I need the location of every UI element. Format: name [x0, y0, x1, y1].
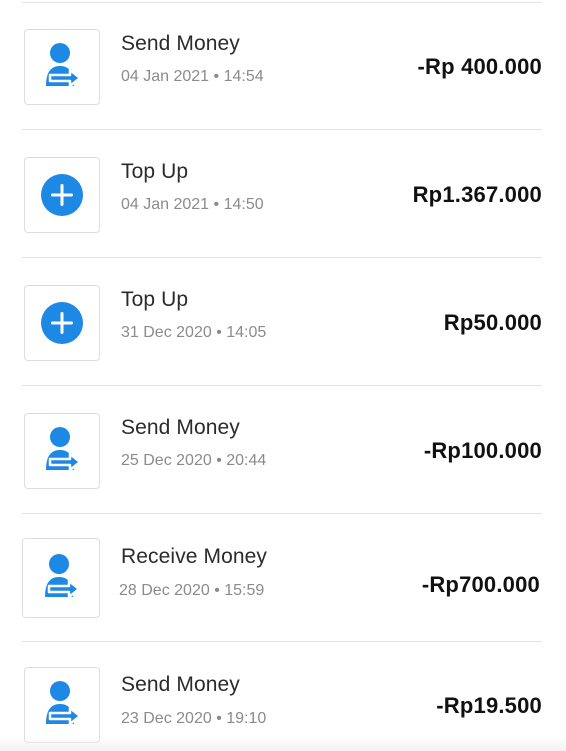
- transaction-row[interactable]: Receive Money 28 Dec 2020 • 15:59 -Rp700…: [0, 514, 566, 642]
- transaction-datetime: 23 Dec 2020 • 19:10: [121, 710, 266, 728]
- send-money-icon: [22, 538, 100, 618]
- transaction-date: 04 Jan 2021: [121, 196, 210, 213]
- bottom-edge-shadow: [0, 737, 566, 751]
- separator-dot: •: [216, 324, 222, 341]
- transaction-title: Receive Money: [121, 545, 268, 568]
- transaction-date: 28 Dec 2020: [119, 582, 210, 599]
- top-up-icon: [24, 285, 100, 361]
- separator-dot: •: [213, 196, 220, 213]
- transaction-amount: -Rp 400.000: [417, 54, 542, 79]
- send-money-icon: [24, 29, 100, 105]
- transaction-title: Send Money: [121, 416, 240, 439]
- transaction-time: 14:54: [223, 68, 264, 85]
- transaction-title: Top Up: [121, 288, 189, 311]
- transaction-amount: Rp1.367.000: [412, 182, 542, 207]
- send-money-icon: [24, 413, 100, 489]
- send-money-icon: [24, 667, 100, 743]
- transaction-row[interactable]: Top Up 31 Dec 2020 • 14:05 Rp50.000: [0, 258, 566, 386]
- transaction-title: Top Up: [121, 160, 189, 183]
- transaction-time: 19:10: [226, 710, 267, 727]
- transaction-datetime: 31 Dec 2020 • 14:05: [121, 324, 266, 342]
- transaction-amount: -Rp700.000: [421, 572, 540, 597]
- transaction-row[interactable]: Send Money 04 Jan 2021 • 14:54 -Rp 400.0…: [0, 2, 566, 130]
- separator-dot: •: [216, 452, 222, 469]
- transaction-date: 04 Jan 2021: [121, 68, 210, 85]
- separator-dot: •: [216, 710, 222, 727]
- transaction-datetime: 28 Dec 2020 • 15:59: [119, 582, 264, 600]
- top-up-icon: [24, 157, 100, 233]
- transaction-datetime: 25 Dec 2020 • 20:44: [121, 452, 266, 470]
- transaction-amount: Rp50.000: [443, 310, 542, 335]
- transaction-title: Send Money: [121, 673, 240, 696]
- transaction-time: 20:44: [226, 452, 267, 469]
- transaction-time: 14:05: [226, 324, 267, 341]
- transaction-datetime: 04 Jan 2021 • 14:50: [121, 196, 264, 214]
- transaction-time: 15:59: [224, 582, 265, 599]
- transaction-row[interactable]: Top Up 04 Jan 2021 • 14:50 Rp1.367.000: [0, 130, 566, 258]
- separator-dot: •: [213, 68, 220, 85]
- transaction-title: Send Money: [121, 32, 240, 55]
- transaction-date: 25 Dec 2020: [121, 452, 212, 469]
- transaction-time: 14:50: [223, 196, 264, 213]
- transaction-amount: -Rp19.500: [436, 693, 542, 718]
- transaction-date: 31 Dec 2020: [121, 324, 212, 341]
- transaction-row[interactable]: Send Money 25 Dec 2020 • 20:44 -Rp100.00…: [0, 386, 566, 514]
- transaction-date: 23 Dec 2020: [121, 710, 212, 727]
- transaction-amount: -Rp100.000: [423, 438, 542, 463]
- separator-dot: •: [214, 582, 220, 599]
- transaction-list: Send Money 04 Jan 2021 • 14:54 -Rp 400.0…: [0, 0, 566, 751]
- transaction-datetime: 04 Jan 2021 • 14:54: [121, 68, 264, 86]
- transaction-row[interactable]: Send Money 23 Dec 2020 • 19:10 -Rp19.500: [0, 642, 566, 751]
